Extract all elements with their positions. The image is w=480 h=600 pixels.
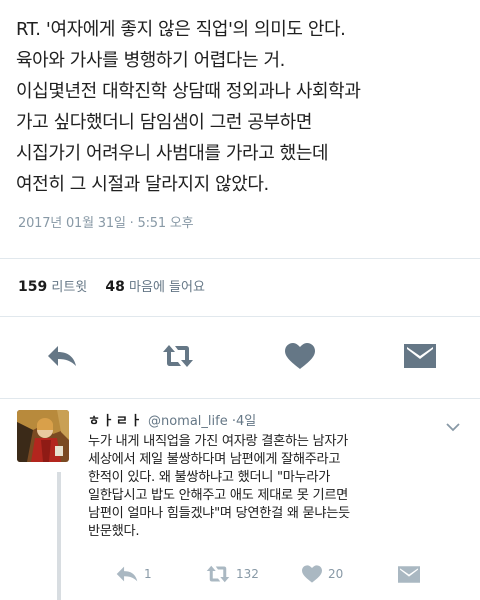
- retweet-stat[interactable]: 159 리트윗: [18, 279, 105, 295]
- retweet-count: 159: [18, 279, 48, 295]
- user-handle[interactable]: @nomal_life: [148, 414, 228, 429]
- envelope-icon: [398, 565, 420, 583]
- tweet-text-line: RT. '여자에게 좋지 않은 직업'의 의미도 안다.: [16, 19, 346, 40]
- reply-like-button[interactable]: 20: [302, 563, 343, 585]
- like-stat[interactable]: 48 마음에 들어요: [105, 279, 219, 295]
- tweet-text-line: 가고 싶다했더니 담임샘이 그런 공부하면: [16, 112, 313, 133]
- tweet-text: RT. '여자에게 좋지 않은 직업'의 의미도 안다. 육아와 가사를 병행하…: [16, 14, 474, 200]
- retweet-button[interactable]: [158, 336, 198, 376]
- divider: [0, 398, 480, 399]
- divider: [0, 258, 480, 259]
- more-options-button[interactable]: [446, 417, 460, 432]
- tweet-timestamp[interactable]: 2017년 01월 31일 · 5:51 오후: [18, 212, 194, 231]
- avatar[interactable]: [17, 410, 69, 462]
- reply-text-line: 세상에서 제일 불쌍하다며 남편에게 잘해주라고: [88, 452, 341, 467]
- avatar-image: [17, 410, 69, 462]
- reply-header: ㅎㅏㄹㅏ @nomal_life ·4일: [88, 410, 256, 429]
- reply-retweet-count: 132: [236, 567, 259, 581]
- tweet-text-line: 이십몇년전 대학진학 상담때 정외과나 사회학과: [16, 81, 361, 102]
- reply-text-line: 남편이 얼마나 힘들겠냐"며 당연한걸 왜 묻냐는듯: [88, 506, 350, 521]
- heart-icon: [302, 565, 322, 583]
- reply-text-line: 일한답시고 밥도 안해주고 애도 제대로 못 기르면: [88, 488, 349, 503]
- reply-reply-count: 1: [144, 567, 152, 581]
- tweet-text-line: 육아와 가사를 병행하기 어렵다는 거.: [16, 50, 286, 71]
- reply-reply-button[interactable]: 1: [116, 563, 152, 585]
- tweet-action-bar: [0, 336, 480, 376]
- tweet-text-line: 여전히 그 시절과 달라지지 않았다.: [16, 174, 269, 195]
- reply-like-count: 20: [328, 567, 344, 581]
- reply-text: 누가 내게 내직업을 가진 여자랑 결혼하는 남자가 세상에서 제일 불쌍하다며…: [88, 433, 472, 541]
- heart-icon: [285, 343, 315, 369]
- tweet-text-line: 시집가기 어려우니 사범대를 가라고 했는데: [16, 143, 329, 164]
- direct-message-button[interactable]: [400, 336, 440, 376]
- retweet-label: 리트윗: [51, 280, 88, 295]
- reply-button[interactable]: [42, 336, 82, 376]
- divider: [0, 316, 480, 317]
- thread-line: [57, 472, 61, 600]
- display-name[interactable]: ㅎㅏㄹㅏ: [88, 414, 144, 429]
- reply-text-line: 누가 내게 내직업을 가진 여자랑 결혼하는 남자가: [88, 434, 349, 449]
- like-label: 마음에 들어요: [129, 280, 205, 295]
- like-count: 48: [105, 279, 125, 295]
- main-tweet: RT. '여자에게 좋지 않은 직업'의 의미도 안다. 육아와 가사를 병행하…: [16, 14, 474, 200]
- reply-dm-button[interactable]: [398, 563, 426, 585]
- tweet-stats: 159 리트윗 48 마음에 들어요: [18, 276, 219, 295]
- reply-text-line: 반문했다.: [88, 524, 140, 539]
- retweet-icon: [163, 345, 193, 367]
- reply-retweet-button[interactable]: 132: [206, 563, 259, 585]
- envelope-icon: [404, 344, 436, 368]
- retweet-icon: [206, 565, 230, 583]
- reply-icon: [48, 346, 76, 366]
- reply-age[interactable]: 4일: [236, 414, 256, 429]
- reply-text-line: 한적이 있다. 왜 불쌍하냐고 했더니 "마누라가: [88, 470, 331, 485]
- chevron-down-icon: [446, 423, 460, 432]
- reply-tweet: ㅎㅏㄹㅏ @nomal_life ·4일 누가 내게 내직업을 가진 여자랑 결…: [0, 400, 480, 600]
- like-button[interactable]: [280, 336, 320, 376]
- reply-icon: [116, 566, 138, 582]
- reply-action-bar: 1 132 20: [88, 563, 468, 585]
